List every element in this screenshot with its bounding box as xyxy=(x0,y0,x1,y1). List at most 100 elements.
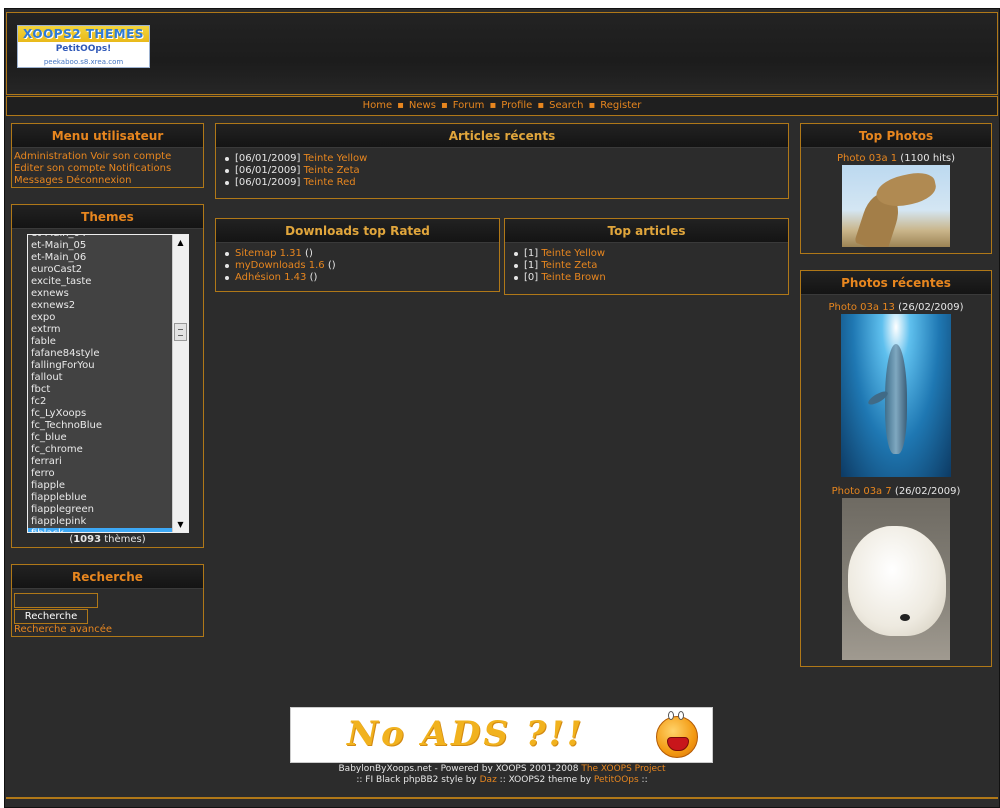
nav-register[interactable]: Register xyxy=(600,100,641,111)
link-view-account[interactable]: Voir son compte xyxy=(90,151,171,162)
article-date: [06/01/2009] xyxy=(235,165,301,176)
downloads-list: Sitemap 1.31 () myDownloads 1.6 () Adhés… xyxy=(216,243,499,284)
article-link[interactable]: Teinte Zeta xyxy=(304,165,360,176)
article-link[interactable]: Teinte Zeta xyxy=(541,260,597,271)
link-edit-account[interactable]: Editer son compte xyxy=(14,163,105,174)
theme-option[interactable]: exnews2 xyxy=(28,300,174,312)
themes-listbox[interactable]: et-Main_04et-Main_05et-Main_06euroCast2e… xyxy=(27,234,189,533)
theme-option[interactable]: fiblack xyxy=(28,528,174,532)
link-administration[interactable]: Administration xyxy=(14,151,87,162)
theme-option[interactable]: et-Main_06 xyxy=(28,252,174,264)
download-link[interactable]: Sitemap 1.31 xyxy=(235,248,302,259)
dolphin-photo[interactable] xyxy=(841,314,951,477)
petitoops-link[interactable]: PetitOOps xyxy=(594,775,639,785)
themes-block: Themes et-Main_04et-Main_05et-Main_06eur… xyxy=(11,204,204,548)
nav-search[interactable]: Search xyxy=(549,100,583,111)
theme-option[interactable]: euroCast2 xyxy=(28,264,174,276)
list-item: [1] Teinte Zeta xyxy=(514,260,788,272)
theme-option[interactable]: fc_TechnoBlue xyxy=(28,420,174,432)
photo-link[interactable]: Photo 03a 13 xyxy=(828,302,894,313)
link-logout[interactable]: Déconnexion xyxy=(66,175,131,186)
theme-option[interactable]: fiapple xyxy=(28,480,174,492)
article-link[interactable]: Teinte Brown xyxy=(541,272,605,283)
photo-caption: Photo 03a 13 (26/02/2009) xyxy=(801,302,991,314)
downloads-title: Downloads top Rated xyxy=(216,219,499,243)
user-menu-links: Administration Voir son compte Editer so… xyxy=(12,148,203,190)
theme-option[interactable]: fallout xyxy=(28,372,174,384)
polar-bear-photo[interactable] xyxy=(842,498,950,660)
themes-title: Themes xyxy=(12,205,203,229)
article-link[interactable]: Teinte Yellow xyxy=(304,153,368,164)
daz-link[interactable]: Daz xyxy=(480,775,497,785)
theme-option[interactable]: fc2 xyxy=(28,396,174,408)
nav-separator: ▪ xyxy=(489,100,497,111)
no-ads-banner[interactable]: No ADS ?!! xyxy=(290,707,713,763)
nav-news[interactable]: News xyxy=(409,100,436,111)
header: XOOPS2 THEMES PetitOOps! peekaboo.s8.xre… xyxy=(6,12,998,95)
footer-theme-credit: :: XOOPS2 theme by xyxy=(496,775,594,785)
theme-option[interactable]: ferrari xyxy=(28,456,174,468)
xoops-project-link[interactable]: The XOOPS Project xyxy=(581,764,665,774)
list-item: [1] Teinte Yellow xyxy=(514,248,788,260)
theme-option[interactable]: fiappleblue xyxy=(28,492,174,504)
list-item: [06/01/2009] Teinte Zeta xyxy=(225,165,788,177)
download-rating: () xyxy=(301,248,313,259)
nav-separator: ▪ xyxy=(537,100,545,111)
theme-option[interactable]: fbct xyxy=(28,384,174,396)
theme-option[interactable]: excite_taste xyxy=(28,276,174,288)
themes-count-suffix: thèmes) xyxy=(101,534,146,545)
theme-option[interactable]: extrm xyxy=(28,324,174,336)
nav-separator: ▪ xyxy=(440,100,448,111)
search-block: Recherche Recherche Recherche avancée xyxy=(11,564,204,637)
theme-option[interactable]: fc_blue xyxy=(28,432,174,444)
theme-option[interactable]: fallingForYou xyxy=(28,360,174,372)
scroll-thumb[interactable] xyxy=(174,323,187,341)
theme-option[interactable]: et-Main_05 xyxy=(28,240,174,252)
search-input[interactable] xyxy=(14,593,98,608)
recent-articles-list: [06/01/2009] Teinte Yellow [06/01/2009] … xyxy=(216,148,788,189)
recent-photos-title: Photos récentes xyxy=(801,271,991,295)
scroll-down-arrow-icon[interactable]: ▼ xyxy=(173,517,188,532)
scroll-up-arrow-icon[interactable]: ▲ xyxy=(173,235,188,250)
photo-link[interactable]: Photo 03a 7 xyxy=(832,486,892,497)
nav-profile[interactable]: Profile xyxy=(501,100,532,111)
theme-option[interactable]: ferro xyxy=(28,468,174,480)
recent-articles-title: Articles récents xyxy=(216,124,788,148)
article-link[interactable]: Teinte Red xyxy=(304,177,356,188)
search-button[interactable]: Recherche xyxy=(14,609,88,624)
logo-title: XOOPS2 THEMES xyxy=(18,26,149,42)
main-nav: Home ▪ News ▪ Forum ▪ Profile ▪ Search ▪ Register xyxy=(6,96,998,116)
recent-photos-block: Photos récentes Photo 03a 13 (26/02/2009… xyxy=(800,270,992,667)
theme-option[interactable]: fiapplepink xyxy=(28,516,174,528)
download-rating: () xyxy=(306,272,318,283)
nav-separator: ▪ xyxy=(397,100,404,111)
themes-scrollbar[interactable]: ▲ ▼ xyxy=(172,235,188,532)
photo-link[interactable]: Photo 03a 1 xyxy=(837,153,897,164)
link-notifications[interactable]: Notifications xyxy=(109,163,172,174)
link-messages[interactable]: Messages xyxy=(14,175,63,186)
download-link[interactable]: myDownloads 1.6 xyxy=(235,260,325,271)
theme-option[interactable]: fc_LyXoops xyxy=(28,408,174,420)
theme-option[interactable]: exnews xyxy=(28,288,174,300)
themes-count: (1093 thèmes) xyxy=(12,534,203,545)
advanced-search-link[interactable]: Recherche avancée xyxy=(14,624,203,636)
camel-photo[interactable] xyxy=(842,165,950,247)
user-menu-title: Menu utilisateur xyxy=(12,124,203,148)
list-item: [06/01/2009] Teinte Red xyxy=(225,177,788,189)
nav-forum[interactable]: Forum xyxy=(453,100,485,111)
footer-style-credit: :: FI Black phpBB2 style by xyxy=(356,775,480,785)
download-link[interactable]: Adhésion 1.43 xyxy=(235,272,306,283)
theme-option[interactable]: expo xyxy=(28,312,174,324)
theme-option[interactable]: fable xyxy=(28,336,174,348)
logo-subtitle: PetitOOps! xyxy=(55,44,112,54)
photo-hits: (1100 hits) xyxy=(897,153,955,164)
article-link[interactable]: Teinte Yellow xyxy=(541,248,605,259)
nav-home[interactable]: Home xyxy=(363,100,393,111)
theme-option[interactable]: fafane84style xyxy=(28,348,174,360)
theme-option[interactable]: fc_chrome xyxy=(28,444,174,456)
downloads-block: Downloads top Rated Sitemap 1.31 () myDo… xyxy=(215,218,500,292)
theme-option[interactable]: fiapplegreen xyxy=(28,504,174,516)
site-logo[interactable]: XOOPS2 THEMES PetitOOps! peekaboo.s8.xre… xyxy=(17,25,150,68)
top-articles-title: Top articles xyxy=(505,219,788,243)
search-title: Recherche xyxy=(12,565,203,589)
